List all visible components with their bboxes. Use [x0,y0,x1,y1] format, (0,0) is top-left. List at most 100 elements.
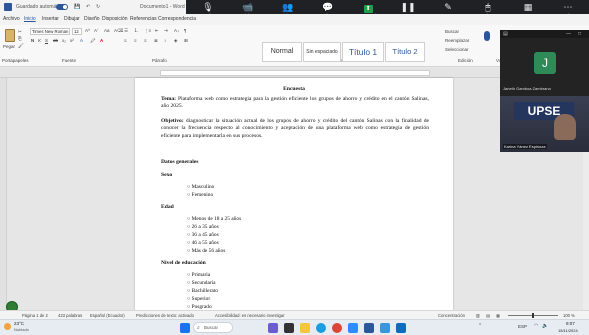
share-icon: ⬆ [363,5,373,13]
clock-date[interactable]: 15/11/2024 [558,328,578,333]
underline-button[interactable]: S [45,38,48,43]
align-right-icon[interactable]: ≡ [144,38,147,43]
doc-objetivo-text: diagnosticar la situación actual de los … [161,118,429,139]
participant-video-figure [554,114,576,140]
list-item: ○ Secundaria [187,280,216,286]
mail-icon[interactable] [396,323,406,333]
select-label: Seleccionar [445,47,469,52]
zoom-app-icon[interactable] [348,323,358,333]
zoom-slider[interactable] [508,313,558,318]
tab-diseno[interactable]: Diseño [84,14,100,25]
list-item: ○ Femenino [187,192,214,198]
sort-icon[interactable]: A↓ [174,28,179,33]
doc-edad-label: Edad [161,204,174,210]
tab-disposicion[interactable]: Disposición [102,14,128,25]
doc-objetivo: Objetivo: diagnosticar la situación actu… [161,118,429,140]
show-hidden-icons[interactable]: ⌃ [478,323,482,329]
grow-font-icon[interactable]: A^ [85,28,90,33]
participant-tile[interactable]: J Janeth Gamboa Zambrano [500,38,589,96]
borders-icon[interactable]: ⊞ [184,38,188,44]
style-no-spacing-label: Sin espaciado [306,49,338,55]
show-marks-icon[interactable]: ¶ [184,28,186,33]
save-icon[interactable]: 💾 [74,0,80,14]
taskbar-search[interactable]: ⌕ Buscar [193,322,233,333]
weather-widget[interactable]: 23°C Nublado [4,321,44,335]
subscript-button[interactable]: x₂ [62,38,66,43]
list-item: ○ 36 a 45 años [187,232,219,238]
font-name-select[interactable]: Times New Roman [30,28,70,35]
italic-button[interactable]: K [38,38,41,43]
language-indicator-taskbar[interactable]: ESP [518,324,527,329]
copilot-icon[interactable] [268,323,278,333]
increase-indent-icon[interactable]: ⇥ [164,28,168,34]
doc-sexo-label: Sexo [161,172,173,178]
tab-correspondencia[interactable]: Correspondencia [158,14,196,25]
text-effects-icon[interactable]: A [80,38,83,43]
option-text: Secundaria [191,280,216,286]
numbering-icon[interactable]: ⒈ [134,28,139,34]
tab-inicio[interactable]: Inicio [24,14,36,25]
tab-dibujar[interactable]: Dibujar [64,14,80,25]
chrome-icon[interactable] [332,323,342,333]
option-text: 26 a 35 años [191,224,219,230]
copy-icon[interactable]: ⎘ [18,36,22,41]
doc-objetivo-label: Objetivo: [161,118,184,124]
clock-time[interactable]: 9:07 [566,321,575,326]
superscript-button[interactable]: x² [70,38,74,43]
edge-icon[interactable] [316,323,326,333]
change-case-icon[interactable]: Aa [104,28,110,33]
file-explorer-icon[interactable] [300,323,310,333]
justify-icon[interactable]: ≣ [154,38,158,44]
weather-icon [4,323,11,330]
style-heading1[interactable]: Título 1 [342,42,384,62]
windows-start-icon[interactable] [180,323,190,333]
format-painter-icon[interactable]: 🖌 [18,43,24,49]
highlight-icon[interactable]: 🖍 [90,38,96,44]
decrease-indent-icon[interactable]: ⇤ [155,28,159,34]
font-size-select[interactable]: 12 [72,28,82,35]
font-color-icon[interactable]: A [100,38,103,43]
bold-button[interactable]: N [31,38,34,43]
cut-icon[interactable]: ✂ [18,29,22,35]
shading-icon[interactable]: ◈ [174,38,177,44]
weather-desc: Nublado [14,327,29,332]
strikethrough-button[interactable]: ab [53,38,58,43]
task-view-icon[interactable] [284,323,294,333]
document-page[interactable]: Encuesta Tema: Plataforma web como estra… [135,78,453,310]
word-app-icon[interactable] [364,323,374,333]
style-normal[interactable]: Normal [262,42,302,62]
clear-format-icon[interactable]: A⌫ [114,28,123,34]
autosave-toggle[interactable] [56,4,68,10]
align-center-icon[interactable]: ≡ [134,38,137,43]
style-no-spacing[interactable]: Sin espaciado [303,42,341,62]
style-heading2[interactable]: Título 2 [385,42,425,62]
tab-insertar[interactable]: Insertar [42,14,59,25]
align-left-icon[interactable]: ≡ [124,38,127,43]
list-item: ○ Primaria [187,272,211,278]
tab-referencias[interactable]: Referencias [130,14,157,25]
ms-store-icon[interactable] [380,323,390,333]
grid-view-icon[interactable]: ▤ [503,30,508,38]
word-status-bar: Página 1 de 2 423 palabras Español (Ecua… [0,310,589,319]
dictate-icon[interactable] [484,31,490,41]
multilevel-icon[interactable]: ⋮≡ [144,28,151,34]
doc-tema-label: Tema: [161,96,177,102]
line-spacing-icon[interactable]: ↕ [164,38,166,43]
zoom-slider-thumb[interactable] [532,313,534,318]
microphone-icon: 🎙 [202,2,214,12]
shrink-font-icon[interactable]: Aˇ [94,28,99,33]
wifi-icon[interactable]: ◠ [534,323,538,329]
weather-temp: 23°C [14,321,25,326]
redo-icon[interactable]: ↻ [96,0,100,14]
participant-avatar: J [534,52,556,74]
self-video-tile[interactable]: UPSE Karina Yánez Espinoza [500,96,589,152]
tab-archivo[interactable]: Archivo [3,14,20,25]
volume-icon[interactable]: 🔈 [542,323,548,329]
undo-icon[interactable]: ↶ [86,0,90,14]
bullets-icon[interactable]: ☰ [124,28,128,34]
close-icon[interactable]: □ [578,30,581,38]
paste-icon[interactable] [5,29,15,42]
doc-tema-text: Plataforma web como estrategia para la g… [161,96,429,110]
minimize-icon[interactable]: — [566,30,571,38]
vertical-ruler [0,78,7,310]
